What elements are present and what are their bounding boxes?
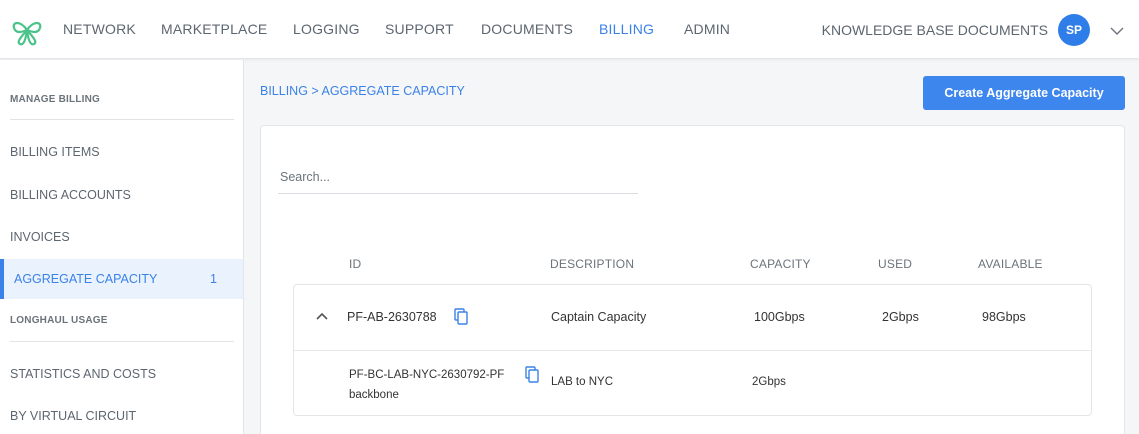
column-header-description: DESCRIPTION (550, 257, 635, 271)
sidebar-item-billing-items[interactable]: BILLING ITEMS (0, 132, 243, 172)
sidebar-divider (10, 119, 234, 120)
child-row-id: PF-BC-LAB-NYC-2630792-PF (349, 369, 505, 381)
row-used: 2Gbps (882, 310, 919, 324)
nav-support[interactable]: SUPPORT (385, 21, 454, 37)
column-header-capacity: CAPACITY (750, 257, 811, 271)
avatar-initials: SP (1065, 23, 1082, 37)
sidebar-item-count: 1 (210, 272, 217, 286)
create-aggregate-capacity-button[interactable]: Create Aggregate Capacity (923, 76, 1125, 110)
sidebar-section-longhaul-usage: LONGHAUL USAGE (10, 315, 108, 326)
search-input[interactable] (278, 160, 638, 194)
sidebar-item-label: BILLING ITEMS (10, 145, 100, 159)
sidebar-item-by-virtual-circuit[interactable]: BY VIRTUAL CIRCUIT (0, 396, 243, 434)
child-row-capacity: 2Gbps (752, 376, 786, 388)
sidebar-item-label: BILLING ACCOUNTS (10, 188, 131, 202)
chevron-down-icon[interactable] (1110, 24, 1124, 38)
sidebar-item-billing-accounts[interactable]: BILLING ACCOUNTS (0, 175, 243, 215)
nav-logging[interactable]: LOGGING (293, 21, 360, 37)
sidebar-section-manage-billing: MANAGE BILLING (10, 94, 101, 105)
nav-marketplace[interactable]: MARKETPLACE (161, 21, 267, 37)
avatar[interactable]: SP (1058, 14, 1090, 46)
copy-icon[interactable] (454, 308, 468, 325)
column-header-used: USED (878, 257, 913, 271)
nav-admin[interactable]: ADMIN (684, 21, 730, 37)
sidebar-item-invoices[interactable]: INVOICES (0, 217, 243, 257)
sidebar-item-label: STATISTICS AND COSTS (10, 367, 157, 381)
copy-icon[interactable] (525, 366, 539, 383)
breadcrumb[interactable]: BILLING > AGGREGATE CAPACITY (260, 84, 465, 98)
sidebar: MANAGE BILLING BILLING ITEMS BILLING ACC… (0, 60, 244, 434)
sidebar-item-statistics-and-costs[interactable]: STATISTICS AND COSTS (0, 354, 243, 394)
logo-icon[interactable] (10, 14, 44, 46)
child-row-sub: backbone (349, 389, 399, 401)
column-header-available: AVAILABLE (978, 257, 1043, 271)
row-divider (294, 350, 1091, 351)
top-navigation: NETWORK MARKETPLACE LOGGING SUPPORT DOCU… (0, 0, 1139, 59)
chevron-up-icon[interactable] (316, 311, 328, 321)
sidebar-item-label: BY VIRTUAL CIRCUIT (10, 409, 137, 423)
sidebar-item-aggregate-capacity[interactable]: AGGREGATE CAPACITY 1 (0, 259, 243, 299)
nav-network[interactable]: NETWORK (63, 21, 136, 37)
capacity-table: PF-AB-2630788 Captain Capacity 100Gbps 2… (293, 284, 1092, 416)
knowledge-base-link[interactable]: KNOWLEDGE BASE DOCUMENTS (822, 22, 1048, 38)
row-description: Captain Capacity (551, 310, 647, 324)
nav-documents[interactable]: DOCUMENTS (481, 21, 573, 37)
row-available: 98Gbps (982, 310, 1026, 324)
row-id: PF-AB-2630788 (347, 310, 437, 324)
sidebar-item-label: AGGREGATE CAPACITY (14, 272, 158, 286)
column-header-id: ID (349, 257, 362, 271)
sidebar-item-label: INVOICES (10, 230, 70, 244)
sidebar-divider (10, 341, 234, 342)
child-row-description: LAB to NYC (551, 376, 613, 388)
row-capacity: 100Gbps (754, 310, 805, 324)
nav-billing[interactable]: BILLING (599, 21, 654, 37)
